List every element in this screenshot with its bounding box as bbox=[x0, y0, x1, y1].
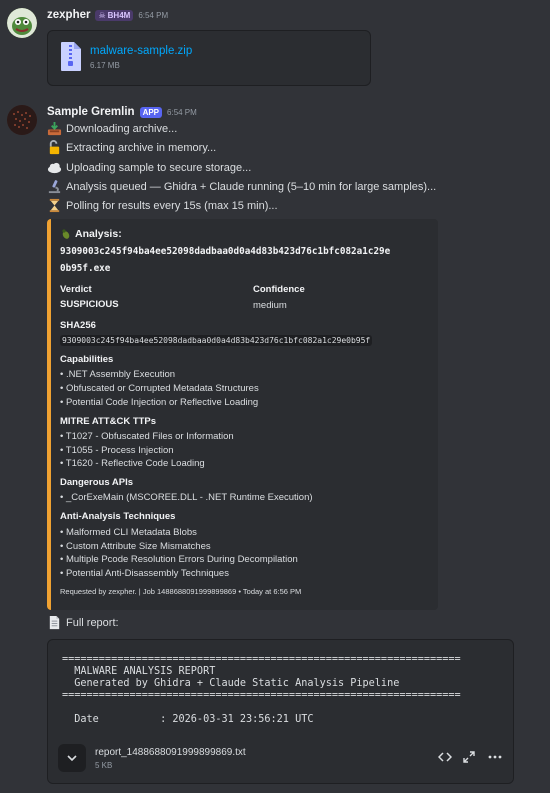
microscope-icon bbox=[48, 180, 61, 194]
status-line: Analysis queued — Ghidra + Claude runnin… bbox=[47, 179, 436, 194]
expand-button[interactable] bbox=[58, 744, 86, 772]
report-file-name[interactable]: report_1488688091999899869.txt bbox=[95, 747, 246, 758]
bot-author-name[interactable]: Sample Gremlin bbox=[47, 106, 135, 118]
report-attachment: ========================================… bbox=[47, 639, 514, 784]
anti-analysis-label: Anti-Analysis Techniques bbox=[60, 511, 176, 522]
api-item: • _CorExeMain (MSCOREE.DLL - .NET Runtim… bbox=[60, 492, 313, 503]
status-line: Downloading archive... bbox=[47, 121, 177, 136]
capabilities-label: Capabilities bbox=[60, 354, 114, 365]
capability-item: • Potential Code Injection or Reflective… bbox=[60, 397, 259, 408]
view-code-button[interactable] bbox=[437, 749, 453, 765]
embed-title-hash: 9309003c245f94ba4ee52098dadbaa0d0a4d83b4… bbox=[60, 246, 391, 257]
app-tag: APP bbox=[139, 106, 163, 118]
verdict-label: Verdict bbox=[60, 284, 92, 295]
analysis-embed: Analysis: 9309003c245f94ba4ee52098dadbaa… bbox=[47, 219, 438, 610]
inbox-tray-icon bbox=[47, 121, 62, 136]
bug-icon bbox=[62, 229, 70, 239]
embed-footer: Requested by zexpher. | Job 148868809199… bbox=[60, 587, 302, 596]
status-line: Extracting archive in memory... bbox=[47, 140, 216, 155]
anti-analysis-item: • Potential Anti-Disassembly Techniques bbox=[60, 568, 229, 579]
verdict-value: SUSPICIOUS bbox=[60, 299, 119, 310]
report-preview: ========================================… bbox=[62, 654, 461, 725]
ttp-item: • T1620 - Reflective Code Loading bbox=[60, 458, 205, 469]
bot-avatar[interactable] bbox=[7, 105, 37, 135]
status-text: Downloading archive... bbox=[66, 122, 178, 135]
full-report-label: Full report: bbox=[66, 616, 119, 629]
expand-arrows-icon bbox=[463, 751, 475, 763]
sha-value[interactable]: 9309003c245f94ba4ee52098dadbaa0d0a4d83b4… bbox=[60, 335, 373, 346]
expand-view-button[interactable] bbox=[461, 749, 477, 765]
more-options-button[interactable] bbox=[487, 749, 503, 765]
status-line: Uploading sample to secure storage... bbox=[47, 160, 251, 175]
ttps-label: MITRE ATT&CK TTPs bbox=[60, 416, 157, 427]
confidence-value: medium bbox=[253, 300, 287, 311]
report-file-size: 5 KB bbox=[95, 761, 113, 770]
timestamp: 6:54 PM bbox=[167, 107, 197, 117]
document-icon bbox=[49, 615, 60, 630]
code-brackets-icon bbox=[438, 752, 452, 762]
sha-label: SHA256 bbox=[60, 320, 96, 331]
status-text: Extracting archive in memory... bbox=[66, 141, 217, 154]
report-bar: report_1488688091999899869.txt 5 KB bbox=[48, 733, 513, 783]
anti-analysis-item: • Malformed CLI Metadata Blobs bbox=[60, 527, 197, 538]
cloud-icon bbox=[47, 162, 62, 174]
more-dots-icon bbox=[488, 755, 502, 759]
message-sample-gremlin: Sample Gremlin APP 6:54 PM Downloading a… bbox=[0, 0, 550, 793]
capability-item: • .NET Assembly Execution bbox=[60, 369, 176, 380]
full-report-line: Full report: bbox=[47, 615, 119, 630]
unlock-icon bbox=[49, 140, 60, 155]
sha-value-wrap: 9309003c245f94ba4ee52098dadbaa0d0a4d83b4… bbox=[60, 334, 373, 346]
confidence-label: Confidence bbox=[253, 284, 305, 295]
ttp-item: • T1027 - Obfuscated Files or Informatio… bbox=[60, 431, 234, 442]
status-text: Polling for results every 15s (max 15 mi… bbox=[66, 199, 278, 212]
status-text: Uploading sample to secure storage... bbox=[66, 161, 252, 174]
capability-item: • Obfuscated or Corrupted Metadata Struc… bbox=[60, 383, 259, 394]
hourglass-icon bbox=[49, 198, 60, 213]
embed-title-prefix: Analysis: bbox=[75, 228, 122, 240]
status-line: Polling for results every 15s (max 15 mi… bbox=[47, 198, 278, 213]
embed-title-hash-end: 0b95f.exe bbox=[60, 263, 111, 274]
anti-analysis-item: • Multiple Pcode Resolution Errors Durin… bbox=[60, 554, 298, 565]
embed-title: Analysis: bbox=[60, 228, 122, 240]
apis-label: Dangerous APIs bbox=[60, 477, 134, 488]
ttp-item: • T1055 - Process Injection bbox=[60, 445, 174, 456]
status-text: Analysis queued — Ghidra + Claude runnin… bbox=[66, 180, 437, 193]
anti-analysis-item: • Custom Attribute Size Mismatches bbox=[60, 541, 211, 552]
chevron-down-icon bbox=[67, 755, 77, 762]
